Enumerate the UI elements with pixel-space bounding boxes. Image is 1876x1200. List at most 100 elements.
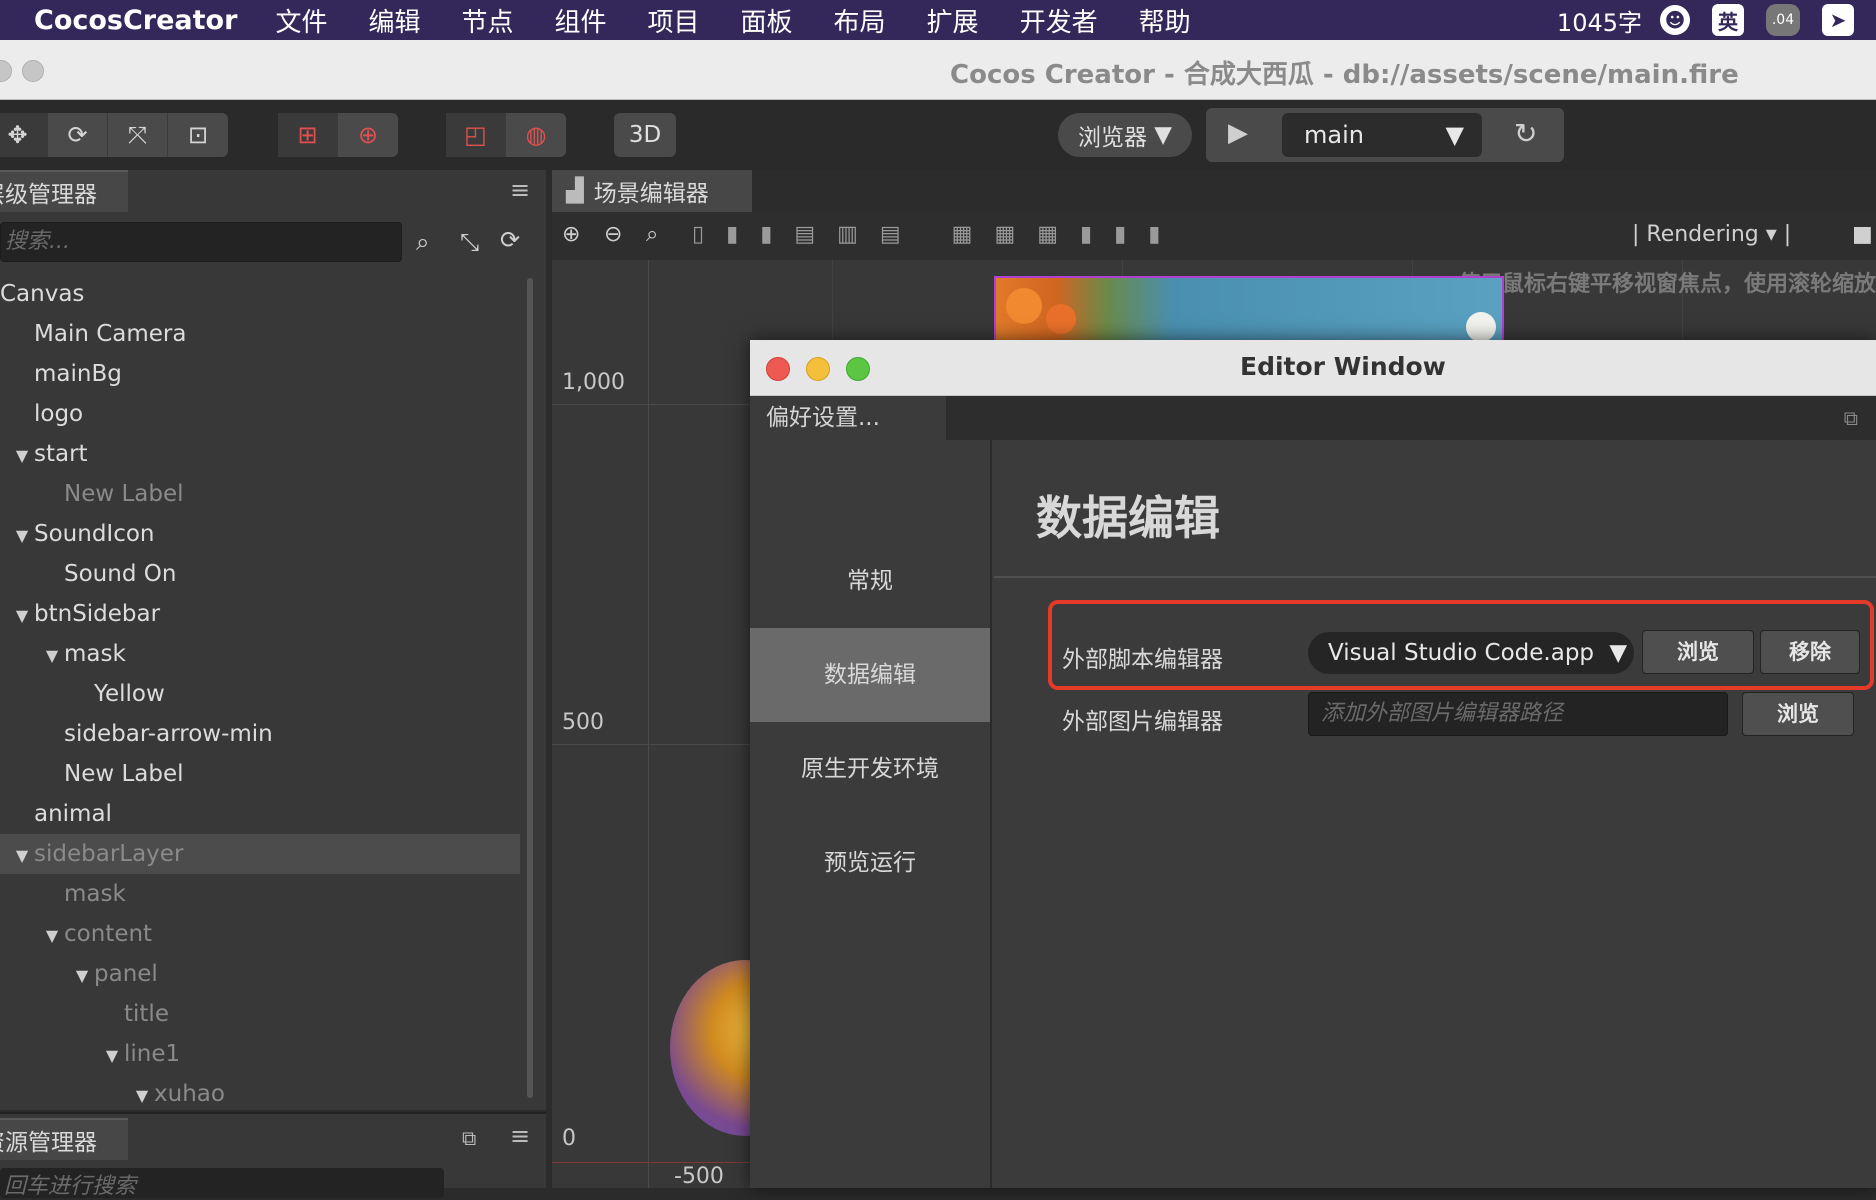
word-count[interactable]: 1045字 [1557,3,1642,38]
hierarchy-tab[interactable]: 层级管理器 [0,170,128,212]
rect-tool-icon[interactable]: ⊡ [168,113,228,157]
window-close-button[interactable] [0,60,12,82]
smiley-icon[interactable]: ☻ [1660,5,1690,35]
mode-3d-button[interactable]: 3D [614,113,676,157]
menu-developer[interactable]: 开发者 [1020,2,1098,39]
tree-node[interactable]: ▼ panel [0,954,520,994]
expand-arrow-icon[interactable]: ▼ [10,836,34,876]
preferences-tab[interactable]: 偏好设置... [750,396,946,442]
window-minimize-button[interactable] [22,60,44,82]
tree-node[interactable]: Main Camera [0,314,520,354]
hierarchy-scrollbar[interactable] [527,278,533,1098]
browse-image-editor-button[interactable]: 浏览 [1742,692,1854,736]
menu-component[interactable]: 组件 [554,2,606,39]
menu-node[interactable]: 节点 [461,2,513,39]
ime-indicator[interactable]: 英 [1712,4,1744,36]
y-tick-500: 500 [562,710,604,735]
tree-node[interactable]: animal [0,794,520,834]
menu-help[interactable]: 帮助 [1139,2,1191,39]
weather-icon[interactable]: .04 [1766,4,1800,36]
expand-arrow-icon[interactable]: ▼ [10,516,34,556]
tree-node[interactable]: ▼ btnSidebar [0,594,520,634]
expand-arrow-icon[interactable]: ▼ [70,956,94,996]
tree-node[interactable]: mainBg [0,354,520,394]
popout-icon[interactable]: ⧉ [1844,406,1858,430]
center-icon[interactable]: ⊕ [338,113,398,157]
arrow-app-icon[interactable]: ➤ [1822,4,1854,36]
preferences-content: 数据编辑 外部脚本编辑器 Visual Studio Code.app ▼ 浏览… [994,440,1876,1188]
tree-node-label: mask [64,881,126,907]
tree-node[interactable]: New Label [0,754,520,794]
zoom-out-icon[interactable]: ⊖ [604,222,622,247]
scene-tab[interactable]: ▟ 场景编辑器 [552,170,752,212]
tree-node[interactable]: ▼ xuhao [0,1074,520,1114]
zoom-reset-icon[interactable]: ⌕ [646,222,658,247]
search-icon[interactable]: ⌕ [416,228,429,256]
tree-node-label: line1 [124,1041,181,1067]
pivot-icon[interactable]: ⊞ [278,113,338,157]
background-sprite[interactable] [994,276,1504,346]
tree-node[interactable]: ▼ start [0,434,520,474]
popout-icon[interactable]: ⧉ [462,1126,476,1150]
tree-node[interactable]: ▼ SoundIcon [0,514,520,554]
scene-icon: ▟ [566,178,584,204]
tree-node[interactable]: Canvas [0,274,520,314]
render-mode-select[interactable]: | Rendering ▾ | [1632,222,1791,247]
scale-tool-icon[interactable]: ⤧ [108,113,168,157]
asset-tab[interactable]: 资源管理器 [0,1118,128,1160]
tree-node[interactable]: title [0,994,520,1034]
tree-node-label: Main Camera [34,321,187,347]
local-coord-icon[interactable]: ◰ [446,113,506,157]
pivot-tools: ⊞ ⊕ [278,113,398,157]
collapse-icon[interactable]: ⤡ [460,228,479,256]
move-tool-icon[interactable]: ✥ [0,113,48,157]
expand-arrow-icon[interactable]: ▼ [40,636,64,676]
tree-node[interactable]: mask [0,874,520,914]
camera-icon[interactable]: ■ [1852,222,1873,247]
play-icon[interactable]: ▶ [1228,118,1248,148]
nav-general[interactable]: 常规 [750,534,990,628]
menu-layout[interactable]: 布局 [834,2,886,39]
menu-file[interactable]: 文件 [275,2,327,39]
dialog-minimize-button[interactable] [806,357,830,381]
menu-extension[interactable]: 扩展 [927,2,979,39]
zoom-in-icon[interactable]: ⊕ [562,222,580,247]
align-tools[interactable]: ▯▮▮▤▥▤ ▦▦▦▮▮▮ [692,222,1182,247]
expand-arrow-icon[interactable]: ▼ [130,1076,154,1116]
tree-node-label: Sound On [64,561,177,587]
menu-panel[interactable]: 面板 [741,2,793,39]
tree-node[interactable]: ▼ sidebarLayer [0,834,520,874]
app-menu[interactable]: CocosCreator [34,5,237,36]
tree-node[interactable]: sidebar-arrow-min [0,714,520,754]
tree-node[interactable]: ▼ line1 [0,1034,520,1074]
refresh-icon[interactable]: ↻ [1514,117,1537,150]
expand-arrow-icon[interactable]: ▼ [10,436,34,476]
panel-menu-icon[interactable]: ≡ [510,176,530,204]
menu-project[interactable]: 项目 [648,2,700,39]
panel-menu-icon[interactable]: ≡ [510,1122,530,1150]
dialog-close-button[interactable] [766,357,790,381]
tree-node[interactable]: ▼ content [0,914,520,954]
refresh-icon[interactable]: ⟳ [500,226,520,254]
nav-data-edit[interactable]: 数据编辑 [750,628,990,722]
scene-select[interactable]: main ▼ [1282,113,1482,157]
image-editor-path-input[interactable]: 添加外部图片编辑器路径 [1308,692,1728,736]
nav-native-env[interactable]: 原生开发环境 [750,722,990,816]
rotate-tool-icon[interactable]: ⟳ [48,113,108,157]
menu-edit[interactable]: 编辑 [368,2,420,39]
tree-node[interactable]: ▼ mask [0,634,520,674]
expand-arrow-icon[interactable]: ▼ [100,1036,124,1076]
expand-arrow-icon[interactable]: ▼ [40,916,64,956]
hierarchy-search-input[interactable]: 搜索... [0,222,402,262]
dialog-zoom-button[interactable] [846,357,870,381]
chevron-down-icon: ▼ [1445,121,1464,149]
preview-target-select[interactable]: 浏览器 ▼ [1058,113,1192,157]
tree-node[interactable]: logo [0,394,520,434]
tree-node[interactable]: New Label [0,474,520,514]
tree-node[interactable]: Sound On [0,554,520,594]
asset-search-input[interactable]: 回车进行搜索 [0,1168,444,1199]
global-coord-icon[interactable]: ◍ [506,113,566,157]
tree-node[interactable]: Yellow [0,674,520,714]
expand-arrow-icon[interactable]: ▼ [10,596,34,636]
nav-preview-run[interactable]: 预览运行 [750,816,990,910]
